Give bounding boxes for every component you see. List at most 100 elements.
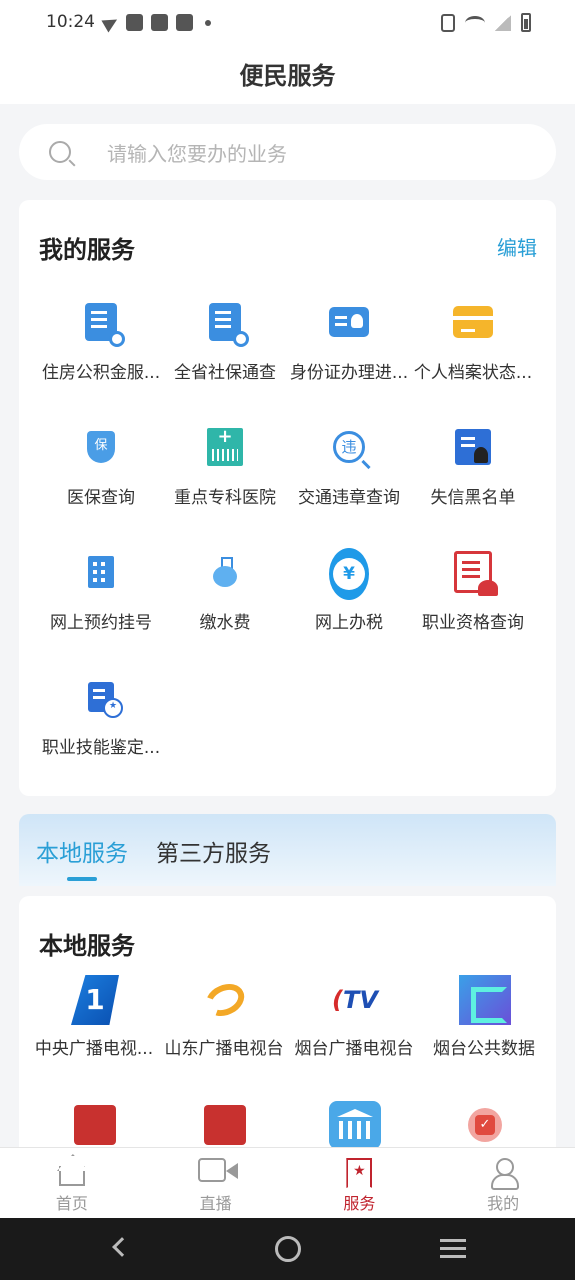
service-tabs: 本地服务 第三方服务 xyxy=(19,814,556,886)
signal-icon xyxy=(495,14,511,31)
user-icon xyxy=(491,1158,520,1190)
service-item-social-security[interactable]: 全省社保通查 xyxy=(163,296,287,421)
my-services-grid: 住房公积金服... 全省社保通查 身份证办理进... 个人档案状态... 保 医… xyxy=(19,296,556,796)
service-item-label: 住房公积金服... xyxy=(41,363,161,383)
search-icon xyxy=(49,141,71,163)
system-status-icons xyxy=(441,13,531,32)
service-item-qualification[interactable]: 职业资格查询 xyxy=(411,546,535,671)
service-item-label: 职业技能鉴定... xyxy=(41,738,161,758)
housing-fund-doc-icon xyxy=(85,303,125,347)
local-item-yantai-tv[interactable]: (TV 烟台广播电视台 xyxy=(289,968,419,1093)
yantai-tv-logo-icon: (TV xyxy=(332,986,378,1014)
local-item-label: 中央广播电视... xyxy=(34,1039,154,1059)
seal-icon xyxy=(74,1105,116,1145)
shopping-bag-icon xyxy=(126,14,143,31)
social-security-doc-icon xyxy=(209,303,249,347)
edit-button[interactable]: 编辑 xyxy=(497,232,537,261)
my-services-title: 我的服务 xyxy=(39,236,135,264)
service-item-appointment[interactable]: 网上预约挂号 xyxy=(39,546,163,671)
vibrate-icon xyxy=(441,13,455,32)
building-icon xyxy=(88,556,114,588)
traffic-violation-icon: 违 xyxy=(333,431,365,463)
service-item-label: 个人档案状态... xyxy=(413,363,533,383)
active-tab-indicator xyxy=(67,877,97,881)
service-item-blacklist[interactable]: 失信黑名单 xyxy=(411,421,535,546)
service-item-skill-assessment[interactable]: 职业技能鉴定... xyxy=(39,671,163,796)
local-item-label: 烟台公共数据 xyxy=(433,1039,535,1059)
notification-icons xyxy=(101,12,211,33)
nav-live[interactable]: 直播 xyxy=(144,1148,288,1218)
seal-icon xyxy=(204,1105,246,1145)
telegram-icon xyxy=(101,12,121,33)
menu-icon[interactable] xyxy=(440,1239,466,1242)
service-item-label: 身份证办理进... xyxy=(289,363,409,383)
archive-card-icon xyxy=(453,306,493,338)
nav-mine[interactable]: 我的 xyxy=(431,1148,575,1218)
nav-home[interactable]: 首页 xyxy=(0,1148,144,1218)
local-item-cctv[interactable]: 1 中央广播电视... xyxy=(29,968,159,1093)
tab-local-services[interactable]: 本地服务 xyxy=(36,834,128,868)
service-item-water-bill[interactable]: 缴水费 xyxy=(163,546,287,671)
service-item-id-card[interactable]: 身份证办理进... xyxy=(287,296,411,421)
service-item-traffic-violation[interactable]: 违 交通违章查询 xyxy=(287,421,411,546)
service-item-label: 网上预约挂号 xyxy=(50,613,152,633)
home-circle-icon[interactable] xyxy=(275,1236,301,1262)
id-card-icon xyxy=(329,307,369,337)
local-item-label: 烟台广播电视台 xyxy=(294,1039,414,1059)
tab-third-party-services[interactable]: 第三方服务 xyxy=(156,834,271,868)
my-services-card: 我的服务 编辑 住房公积金服... 全省社保通查 身份证办理进... 个人档案状… xyxy=(19,200,556,796)
service-item-housing-fund[interactable]: 住房公积金服... xyxy=(39,296,163,421)
service-item-label: 失信黑名单 xyxy=(430,488,516,508)
status-bar: 10:24 xyxy=(0,0,575,48)
nav-label: 我的 xyxy=(487,1194,520,1213)
shopping-bag-icon xyxy=(151,14,168,31)
shandong-tv-logo-icon xyxy=(200,977,250,1023)
service-item-label: 重点专科医院 xyxy=(174,488,276,508)
yantai-data-logo-icon xyxy=(459,975,511,1025)
wifi-icon xyxy=(465,15,485,30)
service-item-personal-archive[interactable]: 个人档案状态... xyxy=(411,296,535,421)
local-item-yantai-data[interactable]: 烟台公共数据 xyxy=(419,968,549,1093)
government-building-icon xyxy=(329,1101,381,1149)
search-placeholder: 请输入您要办的业务 xyxy=(107,142,287,166)
header: 便民服务 xyxy=(0,48,575,104)
certificate-icon xyxy=(454,551,498,596)
battery-icon xyxy=(521,13,531,32)
blacklist-icon xyxy=(455,429,491,465)
service-item-hospital[interactable]: 重点专科医院 xyxy=(163,421,287,546)
tax-yuan-icon: ¥ xyxy=(329,548,369,600)
service-item-medical-insurance[interactable]: 保 医保查询 xyxy=(39,421,163,546)
local-item-label: 山东广播电视台 xyxy=(164,1039,284,1059)
service-item-online-tax[interactable]: ¥ 网上办税 xyxy=(287,546,411,671)
system-navigation-bar xyxy=(0,1218,575,1280)
service-item-label: 缴水费 xyxy=(199,613,251,633)
video-camera-icon xyxy=(197,1158,238,1182)
bottom-nav: 首页 直播 ★ 服务 我的 xyxy=(0,1147,575,1218)
nav-label: 直播 xyxy=(199,1194,232,1213)
local-services-card: 本地服务 1 中央广播电视... 山东广播电视台 (TV 烟台广播电视台 烟台公… xyxy=(19,896,556,1156)
nav-services[interactable]: ★ 服务 xyxy=(288,1148,432,1218)
service-item-label: 交通违章查询 xyxy=(298,488,400,508)
service-item-label: 职业资格查询 xyxy=(422,613,524,633)
shopping-bag-icon xyxy=(176,14,193,31)
service-item-label: 网上办税 xyxy=(315,613,383,633)
local-item-shandong-tv[interactable]: 山东广播电视台 xyxy=(159,968,289,1093)
search-input[interactable]: 请输入您要办的业务 xyxy=(19,124,556,180)
local-services-title: 本地服务 xyxy=(39,932,135,960)
nav-label: 首页 xyxy=(55,1194,88,1213)
water-flask-icon xyxy=(213,557,237,587)
hospital-icon xyxy=(207,426,243,466)
status-time: 10:24 xyxy=(46,12,95,32)
check-badge-icon: ✓ xyxy=(468,1108,502,1142)
service-item-label: 全省社保通查 xyxy=(174,363,276,383)
back-icon[interactable] xyxy=(112,1237,132,1257)
service-bookmark-icon: ★ xyxy=(346,1158,373,1188)
nav-label: 服务 xyxy=(343,1194,376,1213)
more-notifications-icon xyxy=(205,19,211,26)
medical-insurance-shield-icon: 保 xyxy=(87,431,115,463)
home-icon xyxy=(58,1166,85,1186)
service-item-label: 医保查询 xyxy=(67,488,135,508)
page-title: 便民服务 xyxy=(239,62,336,90)
skill-doc-icon xyxy=(88,682,123,718)
cctv-logo-icon: 1 xyxy=(71,975,119,1025)
